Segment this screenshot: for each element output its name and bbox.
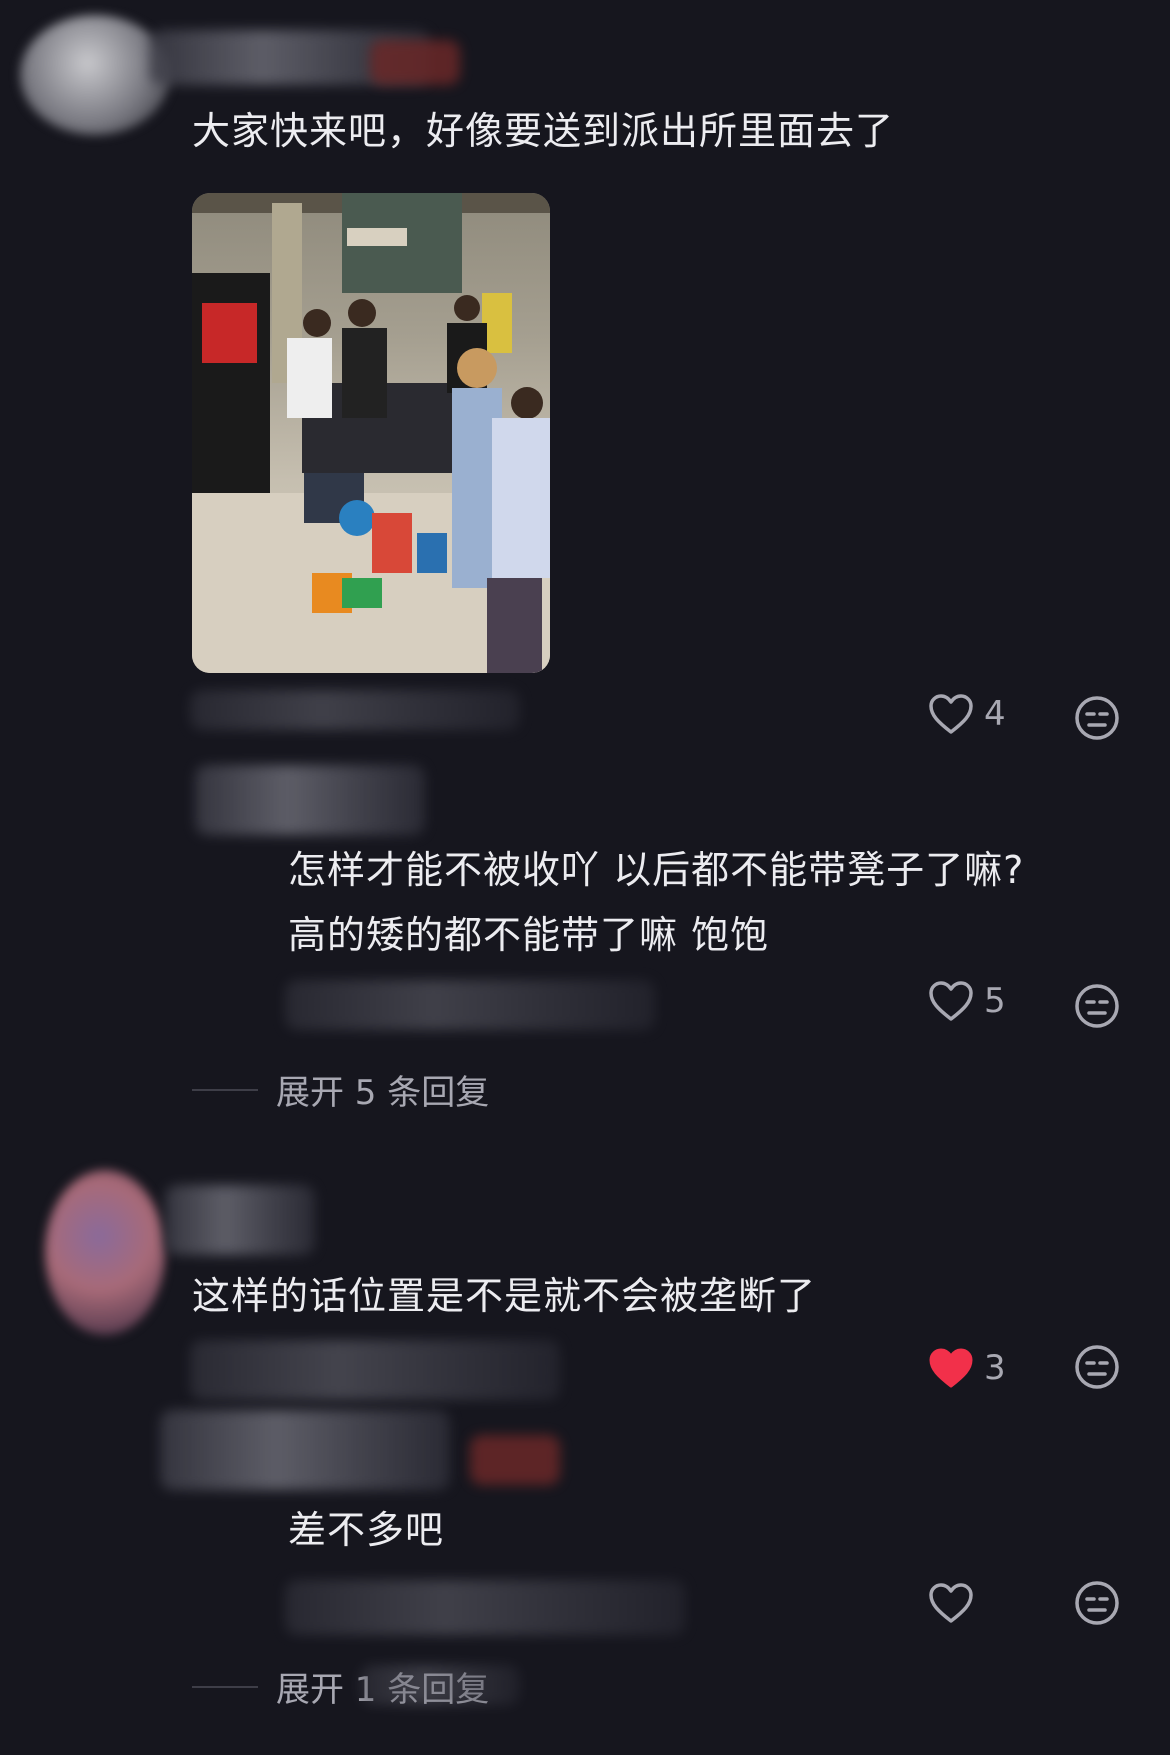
reply-username-redacted[interactable] — [160, 1410, 450, 1490]
comment-text: 大家快来吧，好像要送到派出所里面去了 — [192, 109, 895, 153]
meh-face-icon[interactable] — [1074, 695, 1120, 741]
like-button[interactable] — [928, 1582, 984, 1624]
avatar[interactable] — [45, 1170, 165, 1335]
author-badge-redacted — [370, 40, 460, 85]
like-count: 5 — [984, 981, 1006, 1021]
meh-face-icon[interactable] — [1074, 983, 1120, 1029]
heart-outline-icon — [928, 980, 974, 1022]
comment-meta-redacted — [190, 1340, 560, 1400]
author-badge-redacted — [470, 1435, 560, 1485]
reply-text: 差不多吧 — [288, 1508, 445, 1552]
expand-replies-button[interactable]: 展开 5 条回复 — [192, 1065, 489, 1114]
photo-scene — [192, 193, 550, 673]
like-button[interactable]: 3 — [928, 1347, 1006, 1389]
meh-face-icon[interactable] — [1074, 1344, 1120, 1390]
reply-text-line2: 高的矮的都不能带了嘛 饱饱 — [288, 913, 770, 957]
reply-text-line1: 怎样才能不被收吖 以后都不能带凳子了嘛? — [288, 848, 1025, 892]
like-button[interactable]: 4 — [928, 693, 1006, 735]
reply-username-redacted[interactable] — [195, 765, 425, 835]
divider — [192, 1685, 258, 1688]
expand-replies-label: 展开 5 条回复 — [276, 1073, 490, 1113]
reply-meta-redacted — [285, 1580, 685, 1635]
comment-photo[interactable] — [192, 193, 550, 673]
avatar[interactable] — [20, 15, 170, 135]
like-count: 4 — [984, 694, 1006, 734]
comment-text: 这样的话位置是不是就不会被垄断了 — [192, 1274, 817, 1318]
like-count: 3 — [984, 1348, 1006, 1388]
comment-meta-redacted — [190, 690, 520, 730]
like-button[interactable]: 5 — [928, 980, 1006, 1022]
expand-label-redacted — [360, 1665, 520, 1705]
meh-face-icon[interactable] — [1074, 1580, 1120, 1626]
heart-filled-icon — [928, 1347, 974, 1389]
heart-outline-icon — [928, 693, 974, 735]
reply-meta-redacted — [285, 980, 655, 1030]
divider — [192, 1088, 258, 1091]
username-redacted[interactable] — [165, 1185, 315, 1255]
heart-outline-icon — [928, 1582, 974, 1624]
